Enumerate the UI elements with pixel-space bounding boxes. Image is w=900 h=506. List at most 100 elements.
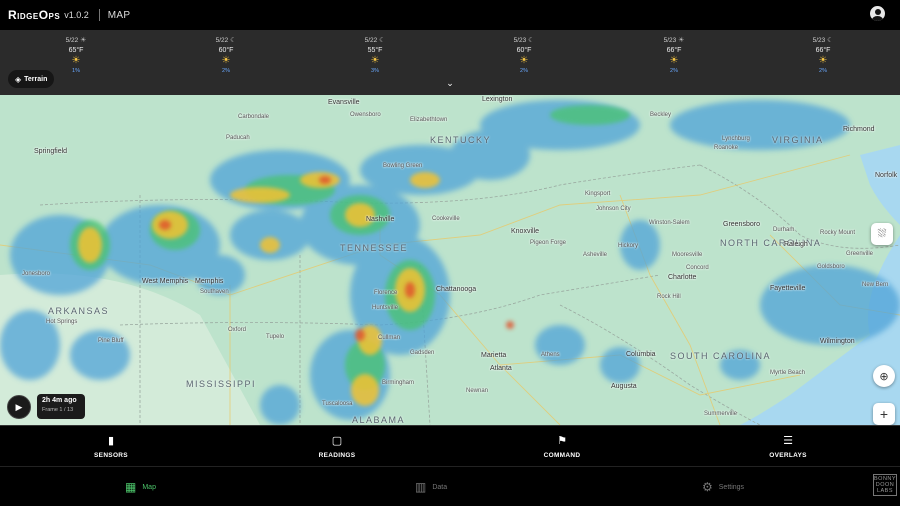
city-label: Columbia [626, 351, 656, 358]
tab-settings[interactable]: ⚙ Settings [702, 480, 744, 494]
terrain-label: Terrain [24, 75, 48, 83]
forecast-item[interactable]: 5/23 ☀ 66°F ☀ 2% [644, 36, 704, 74]
sensors-button[interactable]: ▮ SENSORS [61, 426, 161, 467]
frame-counter: Frame 1 / 13 [42, 407, 74, 413]
region-label: VIRGINIA [772, 135, 824, 145]
city-label: Summerville [704, 411, 738, 417]
city-label: Carbondale [238, 114, 270, 120]
forecast-date: 5/22 [65, 37, 79, 44]
city-label: Oxford [228, 327, 247, 333]
sensor-icon: ▮ [107, 435, 115, 447]
city-label: Cullman [378, 335, 401, 341]
city-label: Southaven [200, 289, 229, 295]
city-label: Marietta [481, 352, 507, 359]
sun-icon: ☀ [71, 55, 81, 66]
app-brand: RidgeOps [8, 8, 61, 22]
city-label: Owensboro [350, 112, 381, 118]
tab-bar: ▦ Map ▥ Data ⚙ Settings [0, 466, 900, 506]
moon-icon: ☾ [379, 37, 386, 44]
gear-icon: ⚙ [702, 480, 713, 494]
forecast-temp: 65°F [68, 47, 84, 54]
city-label: Birmingham [382, 380, 415, 386]
action-label: COMMAND [543, 452, 581, 459]
forecast-temp: 66°F [815, 47, 831, 54]
city-label: Newnan [466, 388, 489, 394]
forecast-date: 5/22 [364, 37, 378, 44]
city-label: Mooresville [672, 252, 703, 258]
forecast-precip: 2% [520, 68, 528, 74]
readings-button[interactable]: ▢ READINGS [287, 426, 387, 467]
action-label: SENSORS [94, 452, 128, 459]
forecast-date: 5/23 [812, 37, 826, 44]
company-logo: BONNY DOON LABS [873, 474, 897, 496]
zoom-in-button[interactable]: + [873, 403, 895, 425]
city-label: Nashville [366, 216, 395, 223]
sun-icon: ☀ [519, 55, 529, 66]
city-label: Fayetteville [770, 285, 806, 292]
region-label: ARKANSAS [48, 306, 110, 316]
city-label: Johnson City [596, 206, 631, 212]
radar-map[interactable]: KENTUCKY TENNESSEE VIRGINIA NORTH CAROLI… [0, 95, 900, 425]
forecast-date: 5/23 [663, 37, 677, 44]
forecast-precip: 3% [371, 68, 379, 74]
account-icon[interactable] [870, 6, 885, 21]
command-button[interactable]: ⚑ COMMAND [512, 426, 612, 467]
city-label: Elizabethtown [410, 117, 448, 123]
overlays-button[interactable]: ☰ OVERLAYS [738, 426, 838, 467]
region-label: TENNESSEE [340, 243, 409, 253]
city-label: Hot Springs [46, 319, 78, 325]
city-label: Greensboro [723, 221, 760, 228]
city-label: Huntsville [372, 305, 399, 311]
city-label: Lynchburg [722, 136, 750, 142]
forecast-item[interactable]: 5/23 ☾ 60°F ☀ 2% [494, 36, 554, 74]
city-label: Winston-Salem [649, 220, 690, 226]
forecast-precip: 1% [72, 68, 80, 74]
city-label: Wilmington [820, 338, 855, 345]
region-label: ALABAMA [352, 415, 406, 425]
sun-icon: ☀ [818, 55, 828, 66]
layers-icon: ◈ [15, 74, 22, 84]
city-label: Durham [773, 227, 795, 233]
forecast-item[interactable]: 5/23 ☾ 66°F ☀ 2% [793, 36, 853, 74]
city-label: Athens [541, 352, 560, 358]
play-button[interactable]: ▶ [7, 395, 31, 419]
forecast-precip: 2% [819, 68, 827, 74]
city-label: Gadsden [410, 350, 435, 356]
forecast-item[interactable]: 5/22 ☾ 60°F ☀ 2% [196, 36, 256, 74]
region-label: SOUTH CAROLINA [670, 351, 772, 361]
forecast-strip: 5/22 ☀ 65°F ☀ 1% 5/22 ☾ 60°F ☀ 2% 5/22 ☾… [0, 30, 900, 95]
forecast-date: 5/22 [215, 37, 229, 44]
app-version: v1.0.2 [64, 10, 89, 20]
city-label: Florence [374, 290, 398, 296]
terrain-button[interactable]: ◈ Terrain [8, 70, 55, 88]
city-label: Springfield [34, 148, 68, 155]
readings-icon: ▢ [331, 435, 343, 447]
header-divider [98, 9, 100, 21]
page-title: MAP [107, 9, 131, 21]
city-label: Raleigh [784, 241, 808, 248]
sun-icon: ☀ [370, 55, 380, 66]
chart-icon: ▥ [415, 480, 427, 494]
city-label: Pine Bluff [98, 338, 124, 344]
tab-label: Map [142, 483, 156, 491]
forecast-item[interactable]: 5/22 ☾ 55°F ☀ 3% [345, 36, 405, 74]
flag-icon: ⚑ [557, 435, 567, 447]
sun-icon: ☀ [221, 55, 231, 66]
forecast-item[interactable]: 5/22 ☀ 65°F ☀ 1% [46, 36, 106, 74]
tab-data[interactable]: ▥ Data [415, 480, 447, 494]
action-bar: ▮ SENSORS ▢ READINGS ⚑ COMMAND ☰ OVERLAY… [0, 425, 900, 466]
city-label: Cookeville [432, 216, 460, 222]
region-label: KENTUCKY [430, 135, 492, 145]
city-label: Goldsboro [817, 264, 845, 270]
city-label: Charlotte [668, 274, 697, 281]
city-label: Myrtle Beach [770, 370, 806, 376]
top-bar: RidgeOps v1.0.2 MAP [0, 0, 900, 30]
tab-label: Settings [718, 483, 745, 491]
city-label: Tuscaloosa [322, 401, 353, 407]
city-label: Bowling Green [383, 163, 423, 169]
city-label: Chattanooga [436, 286, 477, 293]
locate-icon[interactable]: ⊕ [873, 365, 895, 387]
tab-map[interactable]: ▦ Map [125, 480, 156, 494]
chevron-down-icon[interactable]: ⌄ [444, 76, 456, 90]
radar-layer-icon[interactable]: ⛆ [871, 223, 893, 245]
